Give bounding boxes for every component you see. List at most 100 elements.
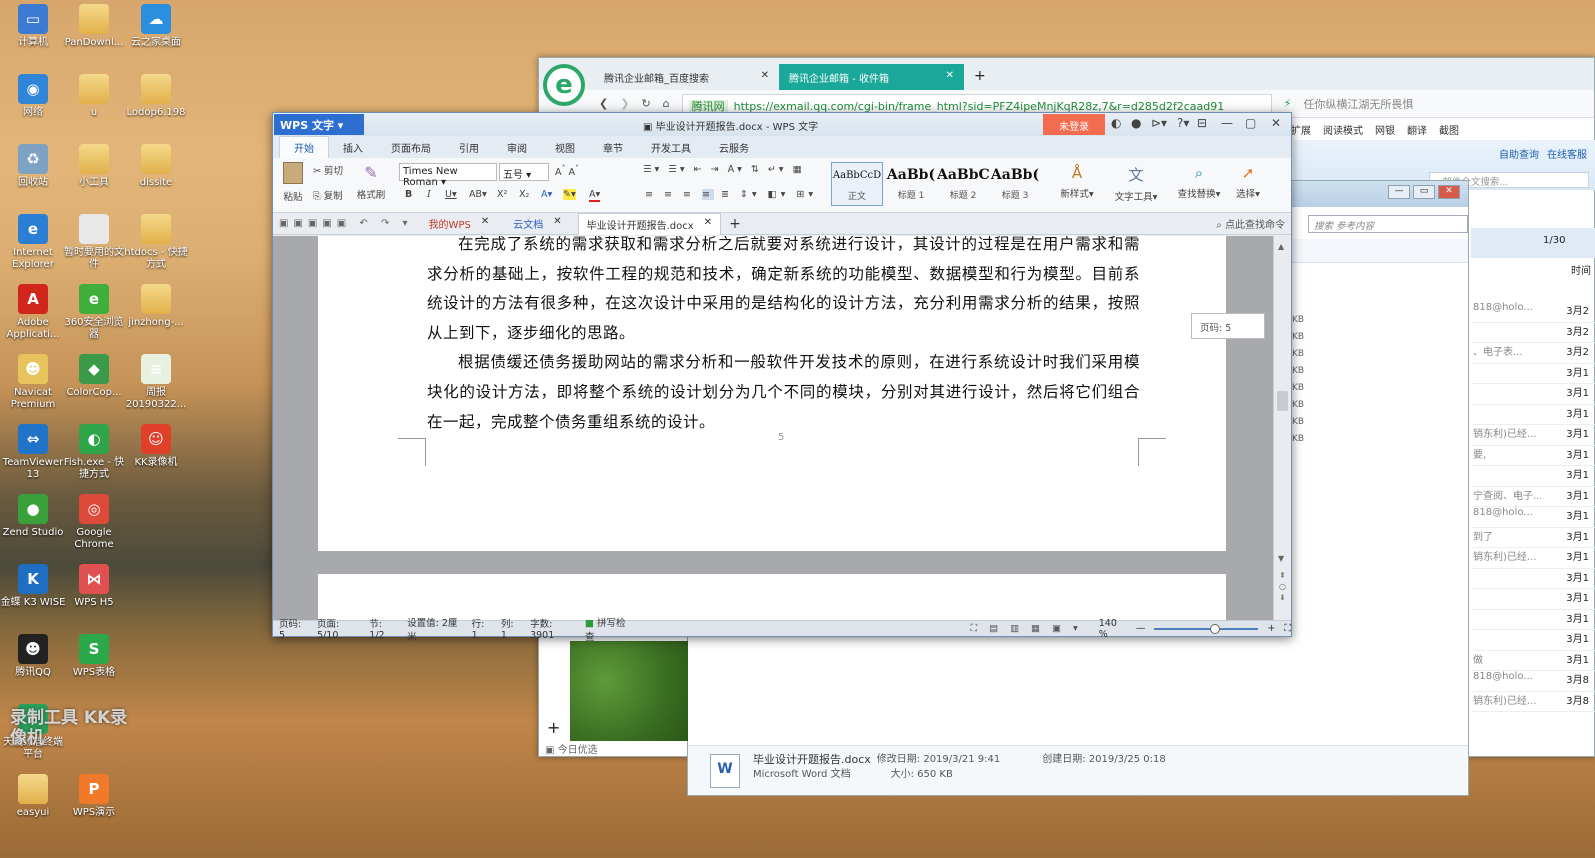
- desktop-icon[interactable]: dissite: [123, 144, 189, 189]
- desktop-icon[interactable]: P WPS演示: [61, 774, 127, 819]
- desktop-icon[interactable]: ⇔ TeamViewer 13: [0, 424, 66, 481]
- style-normal[interactable]: AaBbCcD 正文: [831, 162, 883, 206]
- tab-home[interactable]: 开始: [279, 136, 329, 158]
- mail-list-row[interactable]: 3月1: [1471, 610, 1595, 630]
- doc-tab-cloud-docs[interactable]: 云文档 ✕: [505, 213, 569, 234]
- mail-list-row[interactable]: 3月1: [1471, 589, 1595, 610]
- wps-window[interactable]: WPS 文字 ▾ ▣ 毕业设计开题报告.docx - WPS 文字 未登录 ◐ …: [272, 112, 1292, 643]
- desktop-icon[interactable]: ◐ Fish.exe - 快捷方式: [61, 424, 127, 481]
- close-icon[interactable]: ✕: [1271, 116, 1281, 130]
- mail-list-row[interactable]: 销东利)已经... 3月8: [1471, 692, 1595, 712]
- bank-button[interactable]: 网银: [1375, 122, 1395, 137]
- scroll-up-icon[interactable]: ▲: [1278, 242, 1284, 251]
- mail-list-row[interactable]: 3月1: [1471, 364, 1595, 384]
- find-replace-button[interactable]: ⌕ 查找替换▾: [1173, 164, 1225, 200]
- time-header[interactable]: 时间: [1539, 262, 1595, 277]
- home-icon[interactable]: ⌂: [663, 97, 670, 110]
- refresh-icon[interactable]: ↻: [641, 97, 650, 110]
- maximize-icon[interactable]: ▭: [1413, 185, 1435, 199]
- text-effect-button[interactable]: A▾: [541, 189, 552, 200]
- mail-list-row[interactable]: 销东利)已经... 3月1: [1471, 425, 1595, 446]
- font-size-select[interactable]: 五号 ▾: [499, 163, 549, 181]
- bold-button[interactable]: B: [405, 189, 412, 200]
- desktop-icon[interactable]: ◉ 网络: [0, 74, 66, 119]
- url-input[interactable]: 腾讯网 https://exmail.qq.com/cgi-bin/frame_h…: [681, 93, 1272, 114]
- style-heading-1[interactable]: AaBb(标题 1: [885, 162, 937, 206]
- share-icon[interactable]: ⊳▾: [1151, 116, 1167, 130]
- mail-list-row[interactable]: 、电子表... 3月2: [1471, 343, 1595, 364]
- superscript-button[interactable]: X²: [497, 189, 507, 200]
- help-icon[interactable]: ?▾: [1177, 116, 1189, 130]
- document-canvas[interactable]: 在完成了系统的需求获取和需求分析之后就要对系统进行设计，其设计的过程是在用户需求…: [273, 236, 1275, 622]
- maximize-icon[interactable]: ▢: [1245, 116, 1256, 130]
- close-icon[interactable]: ✕: [761, 70, 769, 84]
- doc-tab-my-wps[interactable]: 我的WPS ✕: [421, 213, 498, 234]
- online-service-link[interactable]: 在线客服: [1547, 146, 1587, 161]
- settings-icon[interactable]: ●: [1131, 116, 1141, 130]
- desktop-icon[interactable]: ☁ 云之家桌面: [123, 4, 189, 49]
- desktop-icon[interactable]: ◎ Google Chrome: [61, 494, 127, 551]
- desktop-icon[interactable]: PanDownl...: [61, 4, 127, 49]
- close-icon[interactable]: ✕: [553, 216, 561, 231]
- desktop-icon[interactable]: htdocs - 快捷方式: [123, 214, 189, 271]
- document-page[interactable]: 在完成了系统的需求获取和需求分析之后就要对系统进行设计，其设计的过程是在用户需求…: [318, 236, 1226, 551]
- paragraph[interactable]: 根据债缓还债务援助网站的需求分析和一般软件开发技术的原则，在进行系统设计时我们采…: [427, 348, 1140, 437]
- vertical-scrollbar[interactable]: ▲ ▼ ⇞ ○ ⇟: [1273, 236, 1291, 622]
- forward-icon[interactable]: ❯: [620, 97, 629, 110]
- mail-list-row[interactable]: 818@holo... 3月1: [1471, 507, 1595, 528]
- new-doc-tab-button[interactable]: +: [729, 216, 741, 232]
- grow-font-button[interactable]: A˄ A˅: [555, 164, 579, 178]
- paste-button[interactable]: 粘贴: [279, 162, 307, 203]
- skin-icon[interactable]: ◐: [1111, 116, 1121, 130]
- zoom-in-icon[interactable]: +: [1267, 623, 1275, 634]
- desktop-icon[interactable]: easyui: [0, 774, 66, 819]
- mail-list-row[interactable]: 3月1: [1471, 569, 1595, 589]
- close-icon[interactable]: ✕: [481, 216, 489, 231]
- style-heading-2[interactable]: AaBbC 标题 2: [937, 162, 989, 206]
- lightning-icon[interactable]: ⚡: [1284, 97, 1292, 110]
- mail-list-row[interactable]: 宁查阅、电子... 3月1: [1471, 487, 1595, 507]
- desktop-icon[interactable]: jinzhong-...: [123, 284, 189, 329]
- restore-layout-icon[interactable]: ⊟: [1197, 116, 1207, 130]
- desktop-icon[interactable]: ☻ 腾讯QQ: [0, 634, 66, 679]
- desktop-icon[interactable]: ⋈ WPS H5: [61, 564, 127, 609]
- browser-tab-mail[interactable]: 腾讯企业邮箱 - 收件箱 ✕: [779, 64, 964, 90]
- desktop-icon[interactable]: u: [61, 74, 127, 119]
- spell-check-toggle[interactable]: ■ 拼写检查: [585, 615, 631, 643]
- desktop-icon[interactable]: ☻ Navicat Premium: [0, 354, 66, 411]
- mail-list-row[interactable]: 3月1: [1471, 466, 1595, 487]
- tab-references[interactable]: 引用: [445, 137, 493, 158]
- mail-list-row[interactable]: 做 3月1: [1471, 651, 1595, 671]
- mail-list-row[interactable]: 3月1: [1471, 384, 1595, 405]
- italic-button[interactable]: I: [427, 189, 431, 200]
- tab-review[interactable]: 审阅: [493, 137, 541, 158]
- view-mode-icons[interactable]: ⛶▤▥▦▣▾: [970, 623, 1089, 634]
- self-service-link[interactable]: 自助查询: [1499, 146, 1539, 161]
- new-style-button[interactable]: Å 新样式▾: [1055, 164, 1099, 200]
- new-tab-button[interactable]: +: [964, 62, 996, 90]
- font-family-select[interactable]: Times New Roman ▾: [399, 163, 497, 188]
- tab-chapter[interactable]: 章节: [589, 137, 637, 158]
- format-painter-button[interactable]: ✎ 格式刷: [355, 163, 387, 201]
- close-icon[interactable]: ✕: [1438, 185, 1460, 199]
- login-button[interactable]: 未登录: [1043, 114, 1105, 135]
- wps-menu-button[interactable]: WPS 文字 ▾: [274, 114, 364, 135]
- mail-list-row[interactable]: 到了 3月1: [1471, 528, 1595, 548]
- desktop-icon[interactable]: Lodop6.198: [123, 74, 189, 119]
- desktop-icon[interactable]: ● Zend Studio: [0, 494, 66, 539]
- strikethrough-button[interactable]: AB▾: [469, 189, 487, 200]
- doc-tab-thesis[interactable]: 毕业设计开题报告.docx ✕: [577, 212, 722, 235]
- mail-list-row[interactable]: 3月1: [1471, 405, 1595, 425]
- desktop-icon[interactable]: e 360安全浏览器: [61, 284, 127, 341]
- desktop-icon[interactable]: ≡ 周报 20190322...: [123, 354, 189, 411]
- copy-button[interactable]: ⎘ 复制: [313, 188, 343, 202]
- subscript-button[interactable]: X₂: [519, 189, 529, 200]
- desktop-icon[interactable]: e Internet Explorer: [0, 214, 66, 271]
- reading-mode-button[interactable]: 阅读模式: [1323, 122, 1363, 137]
- browser-tab-baidu[interactable]: 腾讯企业邮箱_百度搜索 ✕: [594, 64, 779, 90]
- paragraph[interactable]: 在完成了系统的需求获取和需求分析之后就要对系统进行设计，其设计的过程是在用户需求…: [427, 236, 1140, 348]
- desktop-icon[interactable]: S WPS表格: [61, 634, 127, 679]
- desktop-icon[interactable]: ☺ KK录像机: [123, 424, 189, 469]
- cut-button[interactable]: ✂ 剪切: [313, 163, 343, 177]
- zoom-slider-thumb[interactable]: [1210, 623, 1221, 634]
